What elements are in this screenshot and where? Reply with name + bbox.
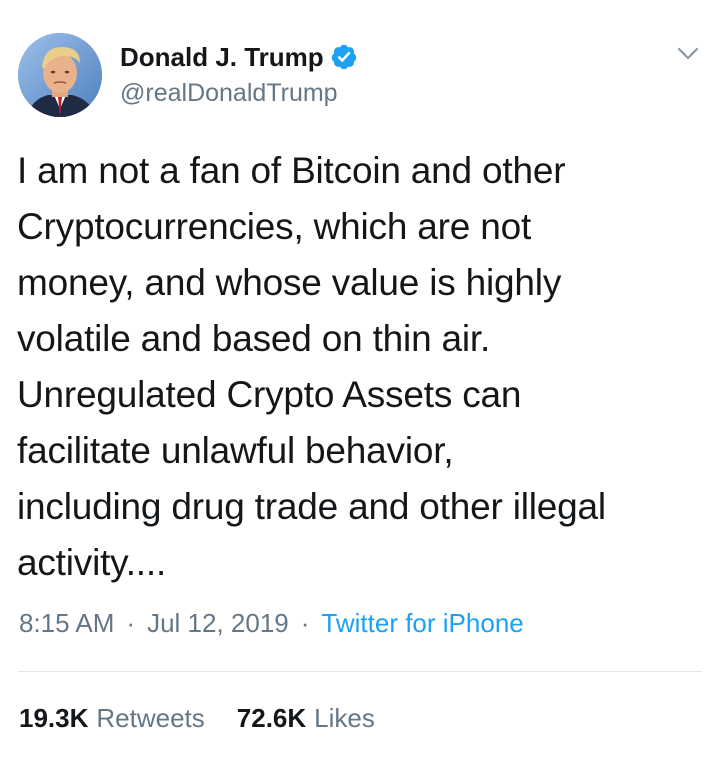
tweet-header: Donald J. Trump @realDonaldTrump [0,0,719,140]
likes-count: 72.6K [236,702,307,733]
avatar-image [18,33,102,117]
retweets-label: Retweets [96,702,205,733]
meta-separator: · [300,607,310,638]
retweets-stat[interactable]: 19.3K Retweets [19,703,205,734]
tweet-stats: 19.3K Retweets 72.6K Likes [19,700,407,736]
divider [18,671,702,672]
retweets-count: 19.3K [19,702,89,733]
author-handle[interactable]: @realDonaldTrump [120,76,338,110]
avatar[interactable] [18,33,102,117]
tweet-source-link[interactable]: Twitter for iPhone [321,608,523,639]
tweet-time[interactable]: 8:15 AM [19,608,114,639]
chevron-down-icon[interactable] [672,40,704,68]
tweet-date[interactable]: Jul 12, 2019 [147,608,289,639]
tweet-meta: 8:15 AM · Jul 12, 2019 · Twitter for iPh… [19,605,524,641]
tweet-text: I am not a fan of Bitcoin and other Cryp… [17,150,606,583]
author-name-row: Donald J. Trump [120,40,358,74]
likes-label: Likes [314,702,375,733]
meta-separator: · [126,607,136,638]
author-display-name[interactable]: Donald J. Trump [120,40,324,74]
verified-badge-icon [331,44,356,70]
likes-stat[interactable]: 72.6K Likes [237,703,375,734]
tweet-card: Donald J. Trump @realDonaldTrump I am no… [0,0,719,761]
